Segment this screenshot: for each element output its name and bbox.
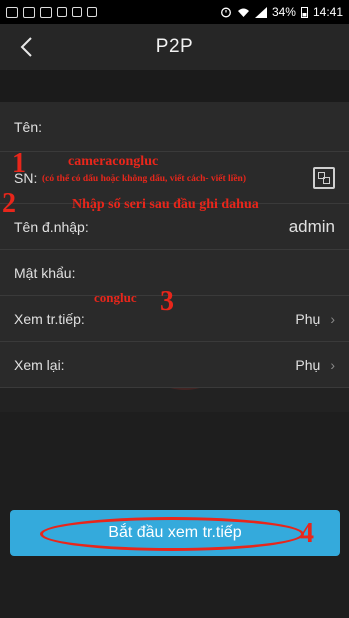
back-button[interactable] [14,34,38,60]
clock: 14:41 [312,5,343,19]
live-view-label: Xem tr.tiếp: [14,310,85,327]
status-bar: 34% 14:41 [0,0,349,24]
start-live-view-button[interactable]: Bắt đầu xem tr.tiếp [10,510,340,556]
annotation-number-1: 1 [12,148,26,179]
annotation-number-3: 3 [160,286,174,317]
start-live-view-label: Bắt đầu xem tr.tiếp [108,524,242,541]
playback-value: Phụ [295,356,321,373]
password-label: Mật khẩu: [14,264,76,281]
page-title: P2P [155,36,194,57]
mail-icon [23,6,35,18]
chevron-right-icon: › [330,356,335,373]
spacer [0,70,349,102]
alarm-icon [220,7,231,18]
file-icon [57,7,67,17]
mail-icon [40,6,52,18]
battery-icon [300,7,308,18]
annotation-number-4: 4 [300,518,314,549]
annotation-name-hint: cameracongluc [68,154,159,169]
wifi-icon [237,8,249,17]
device-form: Tên: SN: Tên đ.nhập: admin Mật khẩu: Xem… [0,102,349,388]
username-label: Tên đ.nhập: [14,218,89,235]
annotation-password-hint: congluc [94,290,137,305]
chevron-right-icon: › [330,310,335,327]
annotation-number-2: 2 [2,188,16,219]
username-value: admin [288,216,335,236]
live-view-row[interactable]: Xem tr.tiếp: Phụ › [0,296,349,342]
signal-icon [254,6,267,18]
password-row[interactable]: Mật khẩu: [0,250,349,296]
annotation-name-note: (có thể có dấu hoặc không dấu, viết cách… [42,174,246,184]
app-header: P2P [0,24,349,70]
car-icon [72,7,82,17]
qr-scan-icon[interactable] [313,166,335,189]
playback-label: Xem lại: [14,356,65,373]
name-row[interactable]: Tên: [0,102,349,152]
name-label: Tên: [14,118,43,135]
image-icon [6,6,18,18]
system-status: 34% 14:41 [220,5,343,19]
battery-percent: 34% [271,5,296,19]
live-view-value: Phụ [295,310,321,327]
annotation-sn-hint: Nhập số seri sau đầu ghi dahua [72,197,259,212]
notification-icons [6,6,97,18]
chevron-left-icon [20,37,32,57]
playback-row[interactable]: Xem lại: Phụ › [0,342,349,388]
flag-icon [87,7,97,17]
